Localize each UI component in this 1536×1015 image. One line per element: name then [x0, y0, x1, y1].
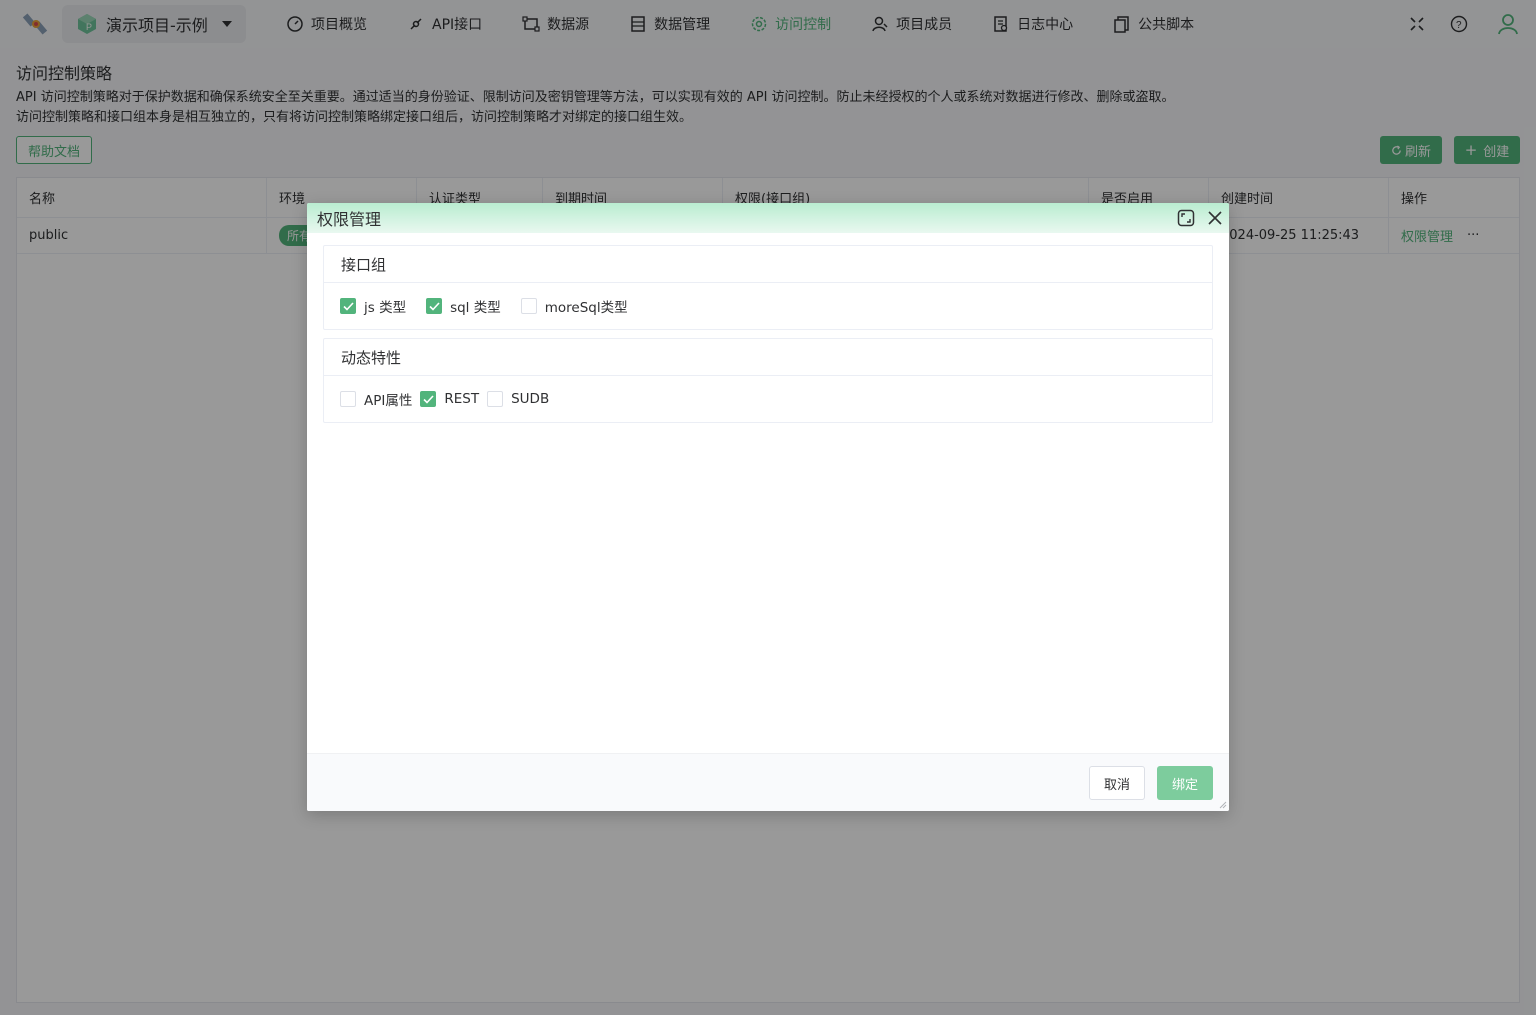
check-icon — [429, 301, 440, 311]
dialog-footer: 取消 绑定 — [307, 753, 1229, 811]
maximize-icon[interactable] — [1177, 209, 1195, 227]
checkbox-box[interactable] — [340, 298, 356, 314]
checkbox-box[interactable] — [426, 298, 443, 314]
dialog-header-icons — [1177, 203, 1223, 233]
close-icon[interactable] — [1207, 210, 1223, 226]
checkbox-moresql[interactable]: moreSql类型 — [520, 296, 628, 316]
checkbox-label: sql 类型 — [450, 300, 501, 316]
checkbox-box[interactable] — [340, 391, 356, 407]
checkbox-label: REST — [444, 391, 480, 407]
checkbox-label: js 类型 — [364, 300, 407, 316]
permission-dialog: 权限管理 接口组 js 类型 sql 类型 moreSql类型 动态特性 API… — [307, 203, 1229, 811]
checkbox-sudb[interactable]: SUDB — [487, 391, 549, 407]
check-icon — [423, 394, 434, 404]
checkbox-label: API属性 — [364, 393, 413, 409]
section-dynamic-features: 动态特性 API属性 REST SUDB — [323, 338, 1213, 423]
dialog-header: 权限管理 — [307, 203, 1229, 233]
checkbox-rest[interactable]: REST — [420, 391, 479, 407]
checkbox-js[interactable]: js 类型 — [340, 296, 406, 316]
section-options: js 类型 sql 类型 moreSql类型 — [324, 283, 1212, 329]
section-options: API属性 REST SUDB — [324, 376, 1212, 422]
checkbox-box[interactable] — [487, 391, 504, 407]
section-title: 接口组 — [324, 246, 1212, 283]
checkbox-sql[interactable]: sql 类型 — [426, 296, 501, 316]
dialog-title: 权限管理 — [317, 210, 382, 229]
section-title: 动态特性 — [324, 339, 1212, 376]
checkbox-box[interactable] — [520, 298, 537, 314]
checkbox-label: SUDB — [511, 391, 550, 407]
section-api-groups: 接口组 js 类型 sql 类型 moreSql类型 — [323, 245, 1213, 330]
bind-button[interactable]: 绑定 — [1157, 766, 1213, 800]
resize-handle-icon[interactable] — [1219, 801, 1227, 809]
checkbox-api-attr[interactable]: API属性 — [340, 389, 412, 409]
checkbox-box[interactable] — [420, 391, 437, 407]
check-icon — [342, 301, 354, 311]
checkbox-label: moreSql类型 — [544, 300, 628, 316]
cancel-button[interactable]: 取消 — [1089, 766, 1145, 800]
